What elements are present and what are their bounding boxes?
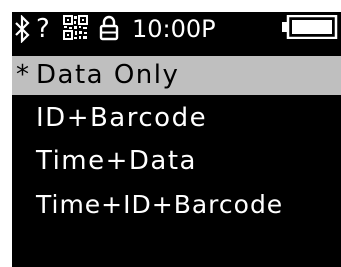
menu-item-time-id-barcode[interactable]: Time+ID+Barcode [12,185,341,224]
bluetooth-icon [15,15,30,43]
menu-item-label: Data Only [36,60,180,90]
qr-code-icon [63,15,88,40]
menu-item-time-data[interactable]: Time+Data [12,142,341,181]
lock-icon [99,15,119,41]
menu-item-label: Time+ID+Barcode [36,190,284,219]
menu-item-label: Time+Data [36,146,197,176]
device-screen: ? 10:00P * Data Only ID+Barcode Time+Dat… [12,12,341,267]
menu-item-id-barcode[interactable]: ID+Barcode [12,99,341,138]
selected-marker: * [16,60,31,90]
battery-icon [282,15,338,39]
status-bar: ? 10:00P [12,12,341,48]
unknown-status-indicator: ? [36,14,50,44]
menu-item-data-only[interactable]: * Data Only [12,56,341,95]
menu-item-label: ID+Barcode [36,103,208,133]
clock-time: 10:00P [132,15,216,43]
output-mode-menu: * Data Only ID+Barcode Time+Data Time+ID+… [12,56,341,228]
